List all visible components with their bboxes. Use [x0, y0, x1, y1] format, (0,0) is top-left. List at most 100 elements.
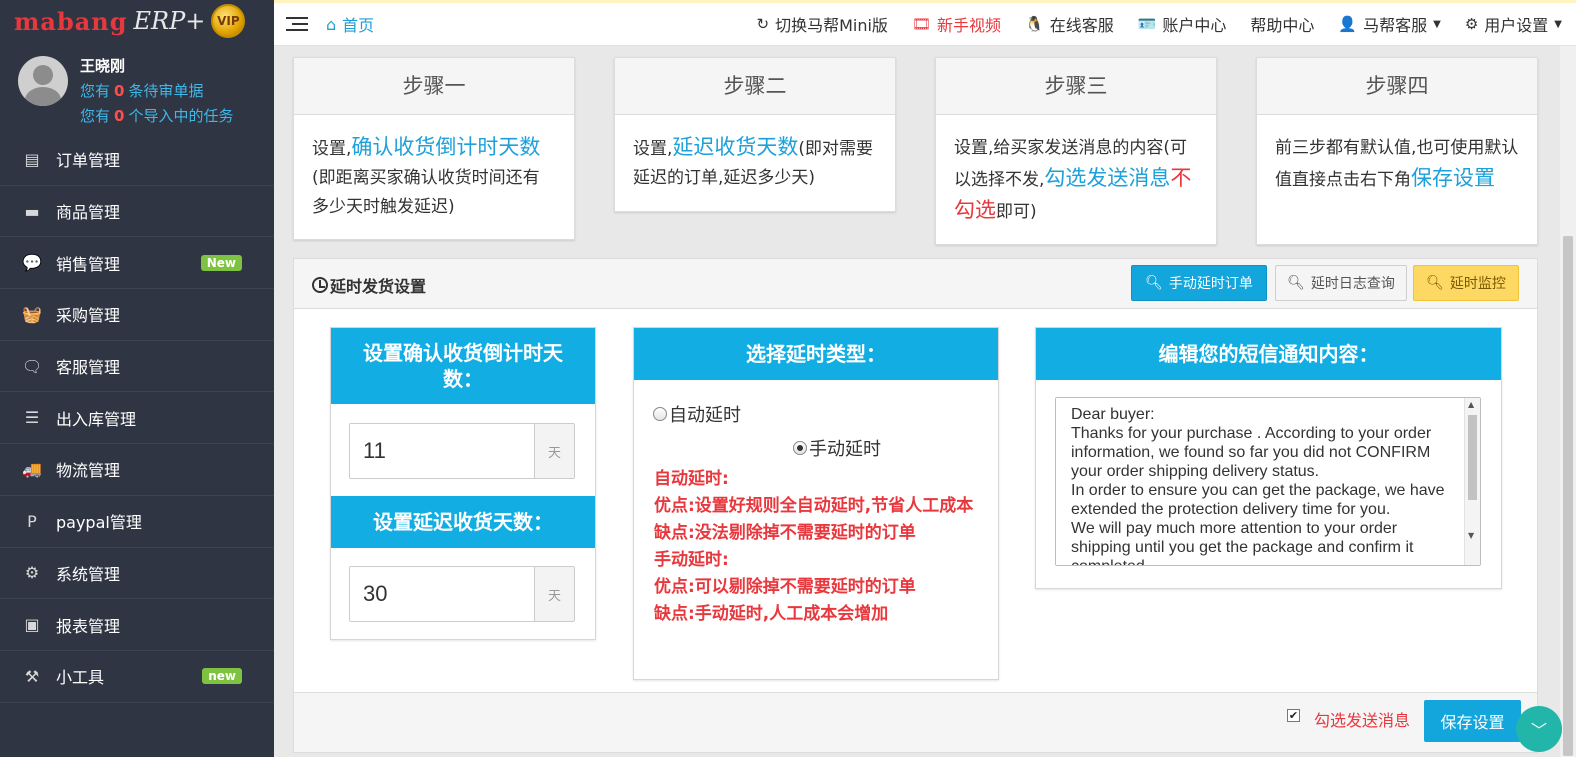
import-tasks-link[interactable]: 您有 0 个导入中的任务 [80, 104, 233, 129]
sms-textarea-wrap: ▲ ▼ [1055, 397, 1481, 566]
report-icon: ▣ [24, 615, 40, 635]
page-scrollbar[interactable] [1560, 46, 1576, 757]
sidebar-item-label: 订单管理 [56, 151, 121, 171]
basket-icon: 🧺 [22, 304, 42, 324]
import-prefix: 您有 [80, 107, 111, 125]
save-settings-hint: 保存设置 [1411, 166, 1495, 190]
radio-manual-delay[interactable]: 手动延时 [793, 435, 881, 461]
search-icon: 🔍︎ [1145, 275, 1163, 291]
home-label: 首页 [342, 16, 375, 35]
sidebar-item-0[interactable]: ▤ 订单管理 [0, 134, 274, 186]
top-link-label: 马帮客服 [1363, 16, 1428, 35]
delay-input-group: 天 [349, 566, 575, 622]
countdown-days-input[interactable] [350, 424, 534, 478]
top-link-4[interactable]: 帮助中心 [1250, 12, 1314, 36]
description-line: 缺点:手动延时,人工成本会增加 [654, 604, 889, 624]
top-link-5[interactable]: 👤 马帮客服 ▼ [1338, 12, 1440, 36]
save-settings-button[interactable]: 保存设置 [1424, 700, 1521, 742]
top-link-2[interactable]: 🐧 在线客服 [1025, 12, 1114, 36]
sidebar-item-3[interactable]: 🧺 采购管理 [0, 289, 274, 341]
sidebar-item-label: 物流管理 [56, 461, 121, 481]
description-line: 优点:设置好规则全自动延时,节省人工成本 [654, 496, 974, 516]
top-link-0[interactable]: ↻ 切换马帮Mini版 [757, 12, 888, 36]
pending-count: 0 [114, 82, 125, 100]
delay-monitor-button[interactable]: 🔍︎ 延时监控 [1413, 265, 1519, 301]
new-badge: New [200, 254, 242, 271]
pending-suffix: 条待审单据 [128, 82, 204, 100]
step-text: 设置, [312, 139, 352, 159]
top-link-label: 用户设置 [1484, 16, 1549, 35]
search-icon: 🔍︎ [1426, 275, 1444, 291]
radio-label: 自动延时 [669, 405, 741, 426]
button-label: 延时日志查询 [1310, 276, 1395, 292]
delay-days-input[interactable] [350, 567, 534, 621]
step-body: 设置,确认收货倒计时天数 (即距离买家确认收货时间还有多少天时触发延迟) [294, 115, 574, 239]
radio-manual-icon[interactable] [793, 441, 807, 455]
step-title: 步骤一 [294, 58, 574, 115]
sidebar-item-9[interactable]: ▣ 报表管理 [0, 599, 274, 651]
sidebar-item-label: 销售管理 [56, 254, 121, 274]
page-scroll-thumb[interactable] [1563, 236, 1573, 756]
avatar[interactable] [18, 56, 68, 106]
panel-header: 延时发货设置 🔍︎ 手动延时订单 🔍︎ 延时日志查询 🔍︎ 延时监控 [294, 259, 1537, 309]
sidebar-item-label: paypal管理 [56, 513, 142, 533]
send-message-label: 勾选发送消息 [1314, 711, 1411, 730]
sidebar-item-10[interactable]: ⚒ 小工具 new [0, 651, 274, 703]
step-highlight: 勾选发送消息 [1044, 166, 1171, 190]
delay-log-query-button[interactable]: 🔍︎ 延时日志查询 [1275, 265, 1407, 301]
countdown-input-group: 天 [349, 423, 575, 479]
step-title: 步骤三 [936, 58, 1216, 115]
radio-auto-icon[interactable] [653, 407, 667, 421]
top-links: ↻ 切换马帮Mini版 🎞 新手视频 🐧 在线客服 🪪 账户中心 帮助中心 👤 马帮客服 ▼ ⚙ 用户设置… [733, 3, 1562, 45]
manual-delay-orders-button[interactable]: 🔍︎ 手动延时订单 [1131, 265, 1267, 301]
top-link-3[interactable]: 🪪 账户中心 [1138, 12, 1227, 36]
step-title: 步骤二 [615, 58, 895, 115]
gear-icon: ⚙ [1464, 15, 1479, 33]
pending-orders-link[interactable]: 您有 0 条待审单据 [80, 79, 233, 104]
textarea-scrollbar[interactable]: ▲ ▼ [1464, 398, 1480, 565]
step-body: 前三步都有默认值,也可使用默认值直接点击右下角保存设置 [1257, 115, 1537, 244]
step-text: (即距离买家确认收货时间还有多少天时触发延迟) [312, 168, 540, 217]
top-link-label: 在线客服 [1049, 16, 1114, 35]
sidebar-item-8[interactable]: ⚙ 系统管理 [0, 548, 274, 600]
sidebar-item-6[interactable]: 🚚 物流管理 [0, 444, 274, 496]
sidebar-item-label: 系统管理 [56, 564, 121, 584]
home-link[interactable]: ⌂ 首页 [326, 12, 374, 36]
sidebar-item-1[interactable]: ▬ 商品管理 [0, 186, 274, 238]
scroll-down-icon[interactable]: ▼ [1468, 531, 1474, 540]
step-body: 设置,给买家发送消息的内容(可以选择不发,勾选发送消息不勾选即可) [936, 115, 1216, 244]
order-icon: ▤ [24, 149, 40, 169]
truck-icon: 🚚 [22, 459, 42, 479]
top-link-6[interactable]: ⚙ 用户设置 ▼ [1465, 12, 1562, 36]
chat-icon: 💬 [22, 253, 42, 273]
sidebar-item-2[interactable]: 💬 销售管理 New [0, 237, 274, 290]
description-line: 缺点:没法剔除掉不需要延时的订单 [654, 523, 916, 543]
sidebar-item-7[interactable]: Ppaypal管理 [0, 496, 274, 548]
sidebar-item-5[interactable]: ☰ 出入库管理 [0, 392, 274, 445]
logo[interactable]: mabang ERP+ VIP [0, 0, 274, 42]
unit-addon: 天 [534, 567, 574, 621]
user-name[interactable]: 王晓刚 [80, 54, 233, 79]
delay-settings-panel: 延时发货设置 🔍︎ 手动延时订单 🔍︎ 延时日志查询 🔍︎ 延时监控 设置确认收货倒计… [293, 258, 1538, 753]
send-message-checkbox[interactable]: ✔ [1287, 709, 1300, 722]
menu-toggle-icon[interactable] [286, 17, 308, 31]
sidebar-item-label: 小工具 [56, 668, 105, 688]
scroll-thumb[interactable] [1468, 415, 1477, 500]
card-icon: 🪪 [1137, 15, 1157, 33]
button-label: 手动延时订单 [1168, 276, 1253, 292]
delay-days-title: 设置延迟收货天数： [331, 496, 595, 548]
chevron-down-icon[interactable]: ﹀ [1516, 706, 1562, 752]
sms-content-textarea[interactable] [1056, 398, 1465, 565]
search-icon: 🔍︎ [1287, 275, 1305, 291]
radio-auto-delay[interactable]: 自动延时 [653, 401, 741, 427]
top-link-1[interactable]: 🎞 新手视频 [912, 12, 1001, 36]
sidebar-item-4[interactable]: 🗨 客服管理 [0, 341, 274, 393]
new-badge: new [202, 668, 242, 685]
step-body: 设置,延迟收货天数(即对需要延迟的订单,延迟多少天) [615, 115, 895, 211]
sms-content-card: 编辑您的短信通知内容： ▲ ▼ [1035, 327, 1502, 589]
caret-down-icon: ▼ [1554, 18, 1562, 30]
panel-title: 延时发货设置 [312, 273, 426, 297]
refresh-icon: ↻ [756, 15, 770, 33]
paypal-icon: P [27, 511, 37, 531]
scroll-up-icon[interactable]: ▲ [1468, 400, 1474, 409]
